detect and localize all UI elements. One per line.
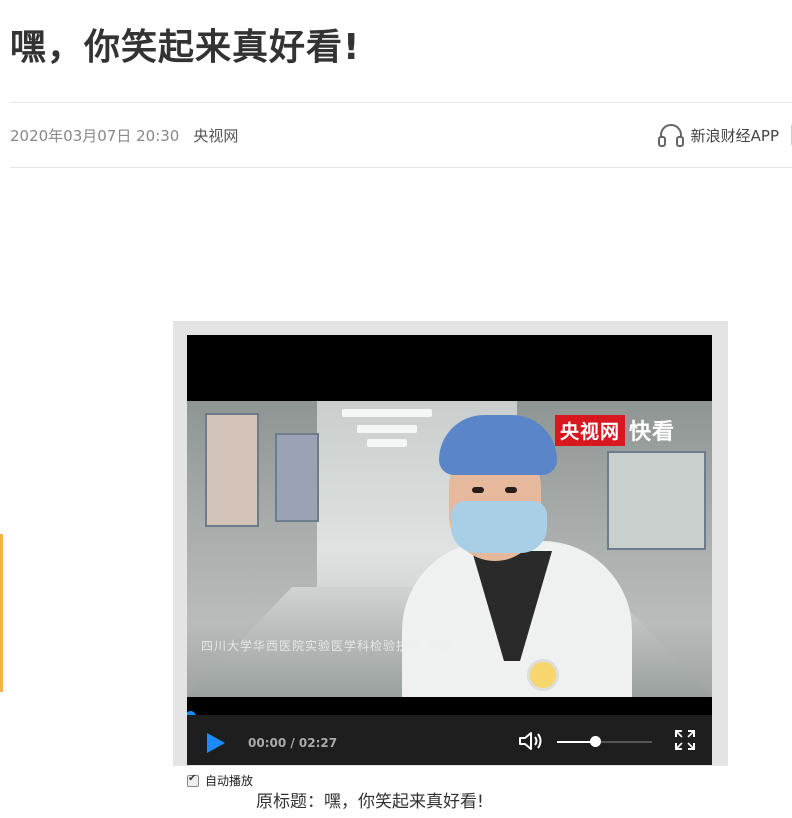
publish-date: 2020年03月07日 20:30	[10, 126, 180, 145]
divider	[10, 167, 792, 168]
video-caption: 四川大学华西医院实验医学科检验技师 刘颖	[201, 639, 453, 653]
wall-board	[275, 433, 319, 522]
control-bar: 00:00 / 02:27	[187, 715, 712, 765]
wall-board	[205, 413, 259, 527]
fullscreen-icon[interactable]	[674, 729, 696, 751]
face-mask	[451, 501, 547, 553]
ceiling-light	[342, 409, 432, 417]
app-label: 新浪财经APP	[690, 126, 779, 145]
source-link[interactable]: 央视网	[193, 125, 238, 146]
logo-white-text: 快看	[629, 420, 676, 445]
surgical-cap	[439, 415, 557, 475]
article-meta: 2020年03月07日 20:30 央视网 新浪财经APP	[10, 103, 792, 167]
volume-knob[interactable]	[590, 736, 601, 747]
side-tab[interactable]	[0, 534, 3, 692]
autoplay-checkbox[interactable]	[187, 773, 199, 787]
eye	[472, 487, 484, 493]
video-player[interactable]: 四川大学华西医院实验医学科检验技师 刘颖 央视网 快看 00:00 / 02:2…	[187, 335, 712, 765]
original-title: 原标题：嘿，你笑起来真好看!	[256, 792, 484, 812]
autoplay-label: 自动播放	[205, 774, 254, 788]
headphones-icon	[657, 124, 684, 147]
time-display: 00:00 / 02:27	[248, 736, 338, 750]
autoplay-toggle[interactable]: 自动播放	[187, 772, 253, 789]
logo-red-text: 央视网	[555, 414, 626, 446]
article-title: 嘿，你笑起来真好看!	[10, 27, 361, 68]
volume-slider[interactable]	[557, 736, 652, 747]
eye	[505, 487, 517, 493]
wall-board	[607, 451, 706, 550]
name-badge	[527, 659, 559, 691]
play-icon[interactable]	[203, 731, 227, 755]
app-link[interactable]: 新浪财经APP	[657, 124, 792, 147]
volume-icon[interactable]	[517, 729, 543, 753]
ceiling-light	[357, 425, 417, 433]
video-frame[interactable]: 四川大学华西医院实验医学科检验技师 刘颖 央视网 快看	[187, 401, 712, 697]
ceiling-light	[367, 439, 407, 447]
cctv-logo: 央视网 快看	[555, 414, 676, 446]
